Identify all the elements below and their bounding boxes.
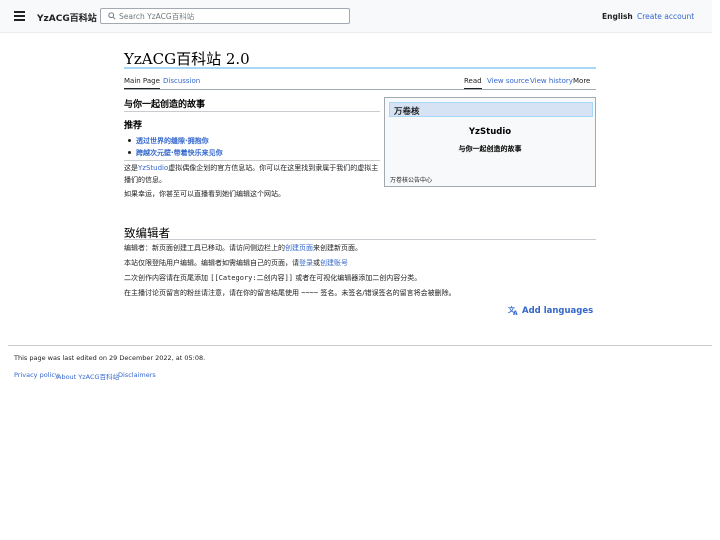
last-edited-text: This page was last edited on 29 December…: [14, 354, 206, 362]
search-input[interactable]: [119, 9, 347, 23]
page-title: YzACG百科站 2.0: [124, 50, 250, 68]
tab-view-history[interactable]: View history: [530, 77, 573, 89]
editor-paragraph-1: 编辑者：新页面创建工具已移动。请访问侧边栏上的创建页面来创建新页面。: [124, 244, 362, 252]
title-divider: [124, 67, 596, 69]
search-box[interactable]: [100, 8, 350, 24]
tab-read[interactable]: Read: [464, 77, 482, 89]
create-account-inline-link[interactable]: 创建账号: [320, 259, 348, 267]
story-heading: 与你一起创造的故事: [124, 100, 206, 110]
intro-paragraph-2: 如果幸运，你甚至可以直播看到她们编辑这个网站。: [124, 190, 285, 198]
translate-icon: 文A: [508, 305, 518, 317]
about-link[interactable]: About YzACG百科站: [57, 371, 119, 381]
infobox-slogan: 与你一起创造的故事: [458, 145, 522, 153]
site-header: YzACG百科站 English Create account: [0, 0, 712, 33]
signature-code: ~~~~: [301, 289, 319, 297]
editor-paragraph-3: 二次创作内容请在页尾添加 [[Category:二创内容]] 或者在可视化编辑器…: [124, 274, 422, 282]
list-bullet: [128, 139, 131, 142]
section-divider: [124, 160, 380, 161]
tab-more[interactable]: More: [573, 77, 590, 89]
tabs-divider: [124, 89, 596, 90]
list-bullet: [128, 151, 131, 154]
editor-paragraph-4: 在主播讨论页留言的粉丝请注意，请在你的留言结尾使用 ~~~~ 签名。未签名/错误…: [124, 289, 456, 297]
create-account-link[interactable]: Create account: [637, 12, 694, 21]
login-link[interactable]: 登录: [299, 259, 313, 267]
tab-discussion[interactable]: Discussion: [163, 77, 200, 89]
svg-text:A: A: [513, 310, 518, 315]
yzstudio-link[interactable]: YzStudio: [138, 164, 168, 172]
language-link[interactable]: English: [602, 12, 633, 21]
footer-divider: [8, 345, 712, 346]
tab-view-source[interactable]: View source: [487, 77, 529, 89]
editor-paragraph-2: 本站仅限登陆用户编辑。编辑者如需编辑自己的页面，请登录或创建账号: [124, 259, 348, 267]
infobox: 万卷核 YzStudio 与你一起创造的故事 万卷核公告中心: [384, 97, 596, 187]
recommend-link-2[interactable]: 跨越次元壁·带着快乐来见你: [136, 148, 223, 158]
section-divider: [124, 111, 380, 112]
category-code: [[Category:二创内容]]: [210, 274, 294, 282]
infobox-studio: YzStudio: [468, 127, 512, 137]
privacy-policy-link[interactable]: Privacy policy: [14, 371, 59, 379]
site-name[interactable]: YzACG百科站: [37, 11, 97, 24]
section-divider: [124, 239, 596, 240]
add-languages-button[interactable]: 文 A Add languages: [508, 305, 593, 317]
search-icon: [108, 12, 116, 20]
recommend-heading: 推荐: [124, 121, 143, 131]
create-page-link[interactable]: 创建页面: [285, 244, 313, 252]
tab-main-page[interactable]: Main Page: [124, 77, 160, 89]
intro-paragraph: 这是YzStudio虚拟偶像企划的官方信息站。你可以在这里找到隶属于我们的虚拟主…: [124, 164, 379, 184]
recommend-link-1[interactable]: 透过世界的缝隙·拥抱你: [136, 136, 209, 146]
disclaimers-link[interactable]: Disclaimers: [118, 371, 156, 379]
infobox-footer: 万卷核公告中心: [390, 177, 433, 184]
infobox-header: 万卷核: [389, 102, 593, 117]
menu-icon[interactable]: [14, 11, 25, 21]
